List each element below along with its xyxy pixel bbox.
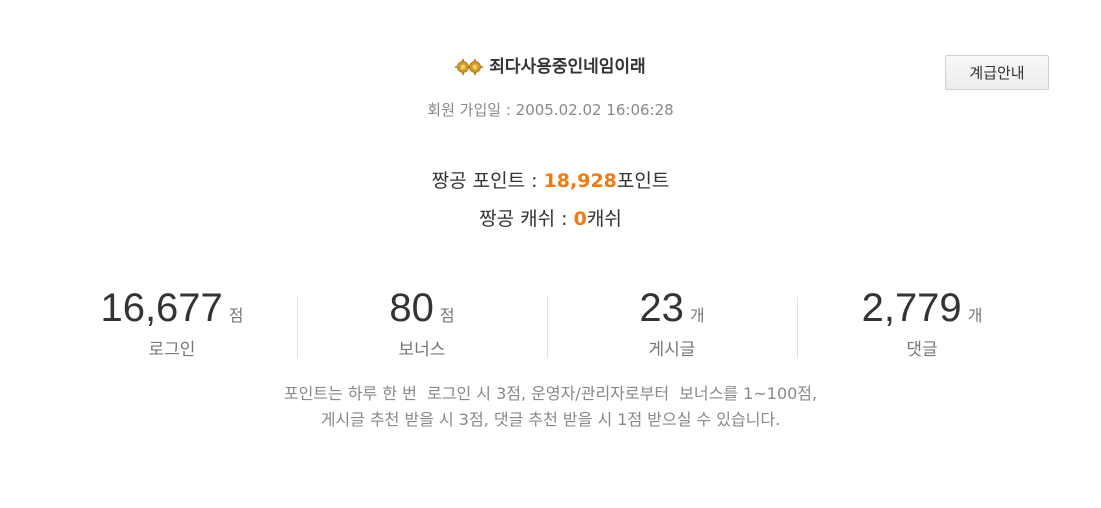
points-section: 짱공 포인트 : 18,928포인트 짱공 캐쉬 : 0캐쉬 <box>0 166 1101 234</box>
stat-value: 16,677 <box>100 286 223 330</box>
cash-value: 0 <box>573 208 587 230</box>
join-date-label: 회원 가입일 : <box>427 101 516 119</box>
stat-value: 2,779 <box>861 286 962 330</box>
stat-login: 16,677 점 로그인 <box>47 284 297 360</box>
nickname: 죄다사용중인네임이래 <box>489 57 646 77</box>
cash-label: 짱공 캐쉬 : <box>479 208 574 230</box>
stat-unit: 개 <box>689 306 705 325</box>
stat-label: 댓글 <box>906 340 938 360</box>
rank-icon <box>454 58 484 76</box>
stat-unit: 개 <box>967 306 983 325</box>
nickname-row: 죄다사용중인네임이래 <box>454 54 646 80</box>
notice-line: 게시글 추천 받을 시 3점, 댓글 추천 받을 시 1점 받으실 수 있습니다… <box>320 410 781 429</box>
stat-value: 23 <box>639 286 684 330</box>
stat-unit: 점 <box>439 306 455 325</box>
cash-row: 짱공 캐쉬 : 0캐쉬 <box>0 204 1101 234</box>
point-value: 18,928 <box>543 170 617 192</box>
stat-posts: 23 개 게시글 <box>547 284 797 360</box>
point-unit: 포인트 <box>616 170 670 192</box>
join-date-row: 회원 가입일 : 2005.02.02 16:06:28 <box>0 99 1101 120</box>
stat-label: 게시글 <box>648 340 696 360</box>
stat-bonus: 80 점 보너스 <box>297 284 547 360</box>
grade-info-button[interactable]: 계급안내 <box>945 55 1049 90</box>
activity-stats: 16,677 점 로그인 80 점 보너스 23 개 게시글 2,779 개 댓글 <box>47 284 1047 360</box>
cash-unit: 캐쉬 <box>586 208 622 230</box>
stat-label: 로그인 <box>148 340 196 360</box>
stat-unit: 점 <box>228 306 244 325</box>
stat-value: 80 <box>389 286 434 330</box>
stat-comments: 2,779 개 댓글 <box>797 284 1047 360</box>
points-notice: 포인트는 하루 한 번 로그인 시 3점, 운영자/관리자로부터 보너스를 1~… <box>0 381 1101 433</box>
notice-line: 포인트는 하루 한 번 로그인 시 3점, 운영자/관리자로부터 보너스를 1~… <box>283 384 818 403</box>
stat-label: 보너스 <box>398 340 446 360</box>
join-date-value: 2005.02.02 16:06:28 <box>515 101 674 119</box>
point-row: 짱공 포인트 : 18,928포인트 <box>0 166 1101 196</box>
point-label: 짱공 포인트 : <box>431 170 544 192</box>
profile-header: 죄다사용중인네임이래 회원 가입일 : 2005.02.02 16:06:28 <box>0 54 1101 120</box>
